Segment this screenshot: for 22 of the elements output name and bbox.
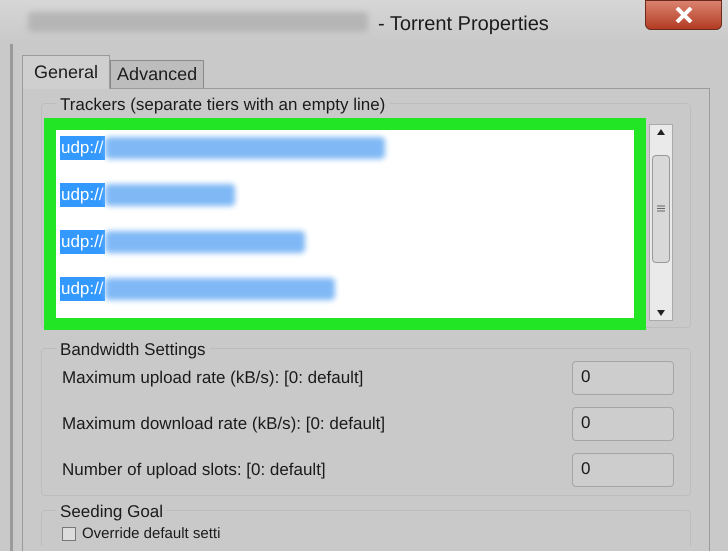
scroll-up-icon[interactable]	[657, 129, 665, 135]
field-label: Maximum download rate (kB/s): [0: default]	[62, 413, 386, 436]
tracker-url: udp://	[60, 183, 105, 207]
field-label: Maximum upload rate (kB/s): [0: default]	[62, 367, 364, 390]
tab[interactable]: Advanced	[110, 60, 204, 88]
scroll-thumb[interactable]	[652, 154, 670, 262]
scrollbar[interactable]	[649, 124, 673, 321]
number-field[interactable]: 0	[572, 361, 674, 395]
field-label: Number of upload slots: [0: default]	[62, 459, 326, 482]
checkbox-label: Override default setti	[82, 526, 220, 541]
tracker-url: udp://	[60, 136, 105, 160]
close-icon	[674, 7, 692, 23]
number-field[interactable]: 0	[572, 407, 674, 441]
window-title: - Torrent Properties	[378, 12, 549, 37]
close-button[interactable]	[645, 0, 722, 30]
tracker-url: udp://	[60, 230, 105, 254]
grip-icon	[657, 205, 665, 212]
number-field[interactable]: 0	[572, 453, 674, 487]
tab[interactable]: General	[22, 55, 110, 89]
tracker-url: udp://	[60, 277, 105, 301]
checkbox[interactable]	[62, 526, 76, 540]
scroll-down-icon[interactable]	[657, 310, 665, 316]
